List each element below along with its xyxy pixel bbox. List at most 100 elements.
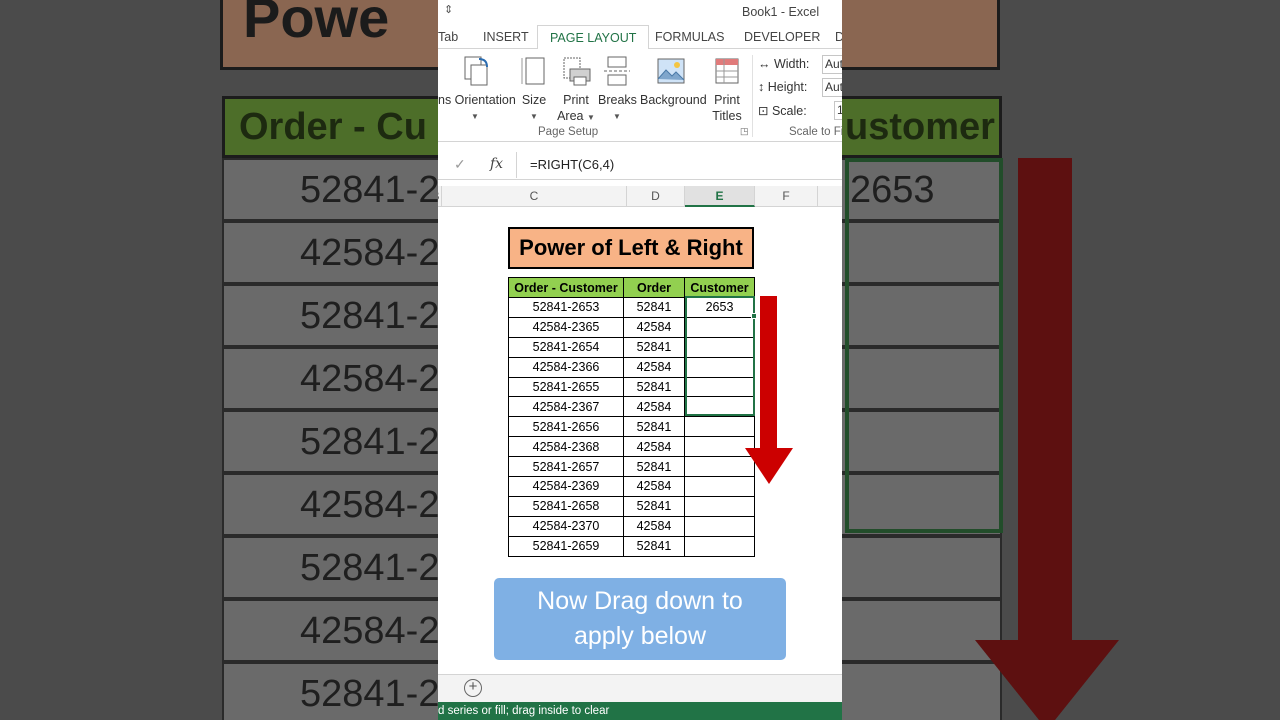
orientation-button[interactable]: ns Orientation ▼ (438, 55, 516, 122)
table-row: 52841-2659 52841 (508, 535, 755, 557)
cell[interactable]: 42584 (623, 476, 685, 497)
add-sheet-icon[interactable]: + (464, 679, 482, 697)
cell[interactable]: 42584-2368 (508, 436, 624, 458)
cell[interactable] (684, 436, 755, 458)
cell[interactable]: 52841 (623, 495, 685, 517)
excel-window: ⇕ Book1 - Excel Tab INSERT PAGE LAYOUT F… (438, 0, 842, 720)
status-bar: d series or fill; drag inside to clear (438, 702, 842, 720)
header-customer[interactable]: Customer (684, 277, 755, 298)
background-row-value: 52841-2 (300, 547, 440, 589)
header-order-customer[interactable]: Order - Customer (508, 277, 624, 298)
cell[interactable] (684, 476, 755, 497)
breaks-icon (604, 56, 630, 86)
cell[interactable]: 52841 (623, 297, 685, 318)
column-header-d[interactable]: D (627, 186, 685, 207)
callout-line-1: Now Drag down to (537, 587, 743, 615)
table-row: 42584-2369 42584 (508, 476, 755, 497)
cell[interactable] (684, 535, 755, 557)
enter-check-icon[interactable]: ✓ (454, 156, 466, 173)
cell[interactable]: 42584 (623, 316, 685, 338)
cell[interactable]: 52841 (623, 376, 685, 398)
cell[interactable] (684, 495, 755, 517)
quick-access-toolbar-icon[interactable]: ⇕ (444, 3, 453, 16)
down-arrow-icon (745, 448, 793, 484)
print-titles-icon (715, 58, 739, 84)
scale-input[interactable]: 1 (834, 101, 842, 120)
cell[interactable]: 52841-2655 (508, 376, 624, 398)
tab-insert[interactable]: INSERT (483, 25, 529, 49)
breaks-button[interactable]: Breaks ▼ (598, 55, 637, 122)
tab-developer[interactable]: DEVELOPER (744, 25, 820, 49)
cell[interactable]: 52841-2654 (508, 336, 624, 358)
column-header-f[interactable]: F (755, 186, 818, 207)
scale-label: Scale: (771, 104, 807, 118)
instruction-callout: Now Drag down to apply below (494, 578, 786, 660)
cell[interactable]: 42584-2369 (508, 476, 624, 497)
column-header-c[interactable]: C (442, 186, 627, 207)
cell[interactable]: 52841 (623, 336, 685, 358)
cell[interactable]: 52841-2658 (508, 495, 624, 517)
fill-selection-range (685, 296, 755, 416)
print-area-label-2: Area (557, 109, 584, 123)
background-row-value: 52841-2 (300, 295, 440, 337)
header-order[interactable]: Order (623, 277, 685, 298)
cell[interactable]: 42584 (623, 515, 685, 537)
caret-down-icon: ▼ (613, 112, 621, 121)
cell[interactable] (684, 416, 755, 438)
tab-partial[interactable]: Tab (438, 25, 458, 49)
sheet-title: Power of Left & Right (508, 227, 754, 269)
print-area-button[interactable]: Print Area ▼ (556, 55, 596, 126)
cell[interactable]: 52841 (623, 535, 685, 557)
cell[interactable]: 52841-2659 (508, 535, 624, 557)
background-row-value: 52841-2 (300, 673, 440, 715)
background-row-value: 52841-2 (300, 169, 440, 211)
column-header-e[interactable]: E (685, 186, 755, 207)
print-titles-button[interactable]: Print Titles (710, 55, 744, 124)
tab-page-layout[interactable]: PAGE LAYOUT (537, 25, 650, 50)
table-header-row: Order - Customer Order Customer (508, 277, 755, 298)
background-image-icon (657, 58, 685, 84)
cell[interactable]: 42584-2370 (508, 515, 624, 537)
background-label: Background (640, 93, 707, 107)
cell[interactable] (684, 456, 755, 478)
cell[interactable]: 42584-2365 (508, 316, 624, 338)
background-button[interactable]: Background (640, 55, 707, 108)
size-button[interactable]: Size ▼ (518, 55, 550, 122)
ribbon-page-layout: ns Orientation ▼ Size ▼ Print Area ▼ Bre… (438, 49, 842, 142)
scale-icon: ⊡ (758, 104, 769, 118)
cell[interactable]: 52841 (623, 456, 685, 478)
cell[interactable]: 42584-2366 (508, 356, 624, 378)
background-row-value: 52841-2 (300, 421, 440, 463)
group-separator (752, 55, 753, 137)
background-row-value: 42584-2 (300, 232, 440, 274)
sheet-tab-bar: + (438, 674, 842, 702)
dialog-launcher-icon[interactable]: ◳ (740, 126, 749, 137)
formula-input[interactable]: =RIGHT(C6,4) (530, 157, 614, 172)
cell[interactable]: 42584-2367 (508, 396, 624, 418)
background-row-value: 42584-2 (300, 358, 440, 400)
tab-partial-right[interactable]: D (835, 25, 842, 49)
background-selection (845, 158, 1003, 533)
background-row-value: 42584-2 (300, 484, 440, 526)
width-select[interactable]: Aut (822, 55, 842, 74)
cell[interactable]: 52841 (623, 416, 685, 438)
table-row: 42584-2368 42584 (508, 436, 755, 458)
caret-down-icon: ▼ (530, 112, 538, 121)
cell[interactable] (684, 515, 755, 537)
insert-function-icon[interactable]: fx (490, 156, 503, 172)
height-label: Height: (767, 80, 808, 94)
cell[interactable]: 42584 (623, 436, 685, 458)
cell[interactable]: 52841-2656 (508, 416, 624, 438)
cell[interactable]: 42584 (623, 396, 685, 418)
cell[interactable]: 52841-2653 (508, 297, 624, 318)
cell[interactable]: 42584 (623, 356, 685, 378)
tab-formulas[interactable]: FORMULAS (655, 25, 724, 49)
fill-handle[interactable] (751, 313, 757, 319)
background-header-left: Order - Cu (239, 106, 427, 148)
column-headers: B C D E F (438, 186, 842, 207)
height-select[interactable]: Aut (822, 78, 842, 97)
caret-down-icon: ▼ (586, 113, 595, 122)
print-titles-label-2: Titles (712, 109, 742, 123)
cell[interactable]: 52841-2657 (508, 456, 624, 478)
formula-bar: ✓ fx =RIGHT(C6,4) (438, 150, 842, 180)
